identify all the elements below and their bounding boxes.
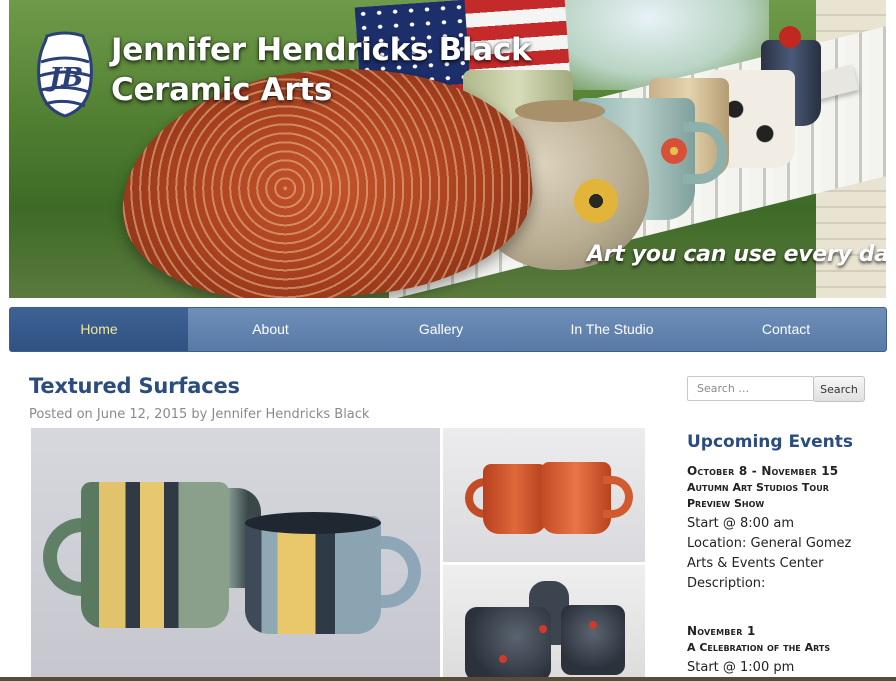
event-name[interactable]: Autumn Art Studios Tour bbox=[687, 480, 887, 496]
post-title[interactable]: Textured Surfaces bbox=[29, 374, 240, 398]
event-name[interactable]: A Celebration of the Arts bbox=[687, 640, 887, 656]
event-description-label: Description: bbox=[687, 576, 766, 591]
post-meta: Posted on June 12, 2015 by Jennifer Hend… bbox=[29, 407, 369, 422]
event-start-time: Start @ 1:00 pm bbox=[687, 660, 795, 675]
site-title-line2: Ceramic Arts bbox=[111, 72, 333, 108]
event-date: October 8 - November 15 bbox=[687, 464, 839, 478]
main-navigation: Home About Gallery In The Studio Contact bbox=[9, 307, 887, 352]
nav-item-home[interactable]: Home bbox=[10, 308, 188, 351]
event-start-time: Start @ 8:00 am bbox=[687, 516, 794, 531]
nav-item-about[interactable]: About bbox=[188, 308, 353, 351]
search-button[interactable]: Search bbox=[813, 376, 865, 402]
gallery-photo-dark-mugs[interactable] bbox=[443, 565, 645, 681]
post-meta-prefix: Posted on bbox=[29, 407, 93, 422]
gallery-photo-striped-mugs[interactable] bbox=[31, 428, 440, 681]
post-date-link[interactable]: June 12, 2015 bbox=[97, 407, 187, 422]
site-title[interactable]: Jennifer Hendricks Black Ceramic Arts bbox=[111, 30, 532, 110]
gallery-photo-orange-mugs[interactable] bbox=[443, 428, 645, 562]
event-location: Location: General Gomez bbox=[687, 536, 852, 551]
event-name-continued[interactable]: Preview Show bbox=[687, 496, 887, 512]
event-item: October 8 - November 15 Autumn Art Studi… bbox=[687, 462, 887, 594]
svg-text:JB: JB bbox=[44, 63, 83, 93]
event-location-continued: Arts & Events Center bbox=[687, 556, 824, 571]
post-meta-by: by bbox=[191, 407, 208, 422]
event-date: November 1 bbox=[687, 624, 756, 638]
header-banner: JB Jennifer Hendricks Black Ceramic Arts… bbox=[9, 0, 886, 298]
nav-item-gallery[interactable]: Gallery bbox=[353, 308, 529, 351]
page-bottom-edge bbox=[0, 677, 896, 681]
upcoming-events-heading: Upcoming Events bbox=[687, 432, 854, 452]
nav-item-in-the-studio[interactable]: In The Studio bbox=[529, 308, 695, 351]
nav-item-contact[interactable]: Contact bbox=[695, 308, 877, 351]
post-author-link[interactable]: Jennifer Hendricks Black bbox=[212, 407, 370, 422]
site-title-line1: Jennifer Hendricks Black bbox=[111, 32, 532, 68]
search-input[interactable] bbox=[687, 376, 814, 401]
jhb-monogram-vase-icon[interactable]: JB bbox=[33, 28, 97, 120]
site-tagline: Art you can use every day bbox=[587, 242, 886, 267]
event-item: November 1 A Celebration of the Arts Sta… bbox=[687, 622, 887, 678]
